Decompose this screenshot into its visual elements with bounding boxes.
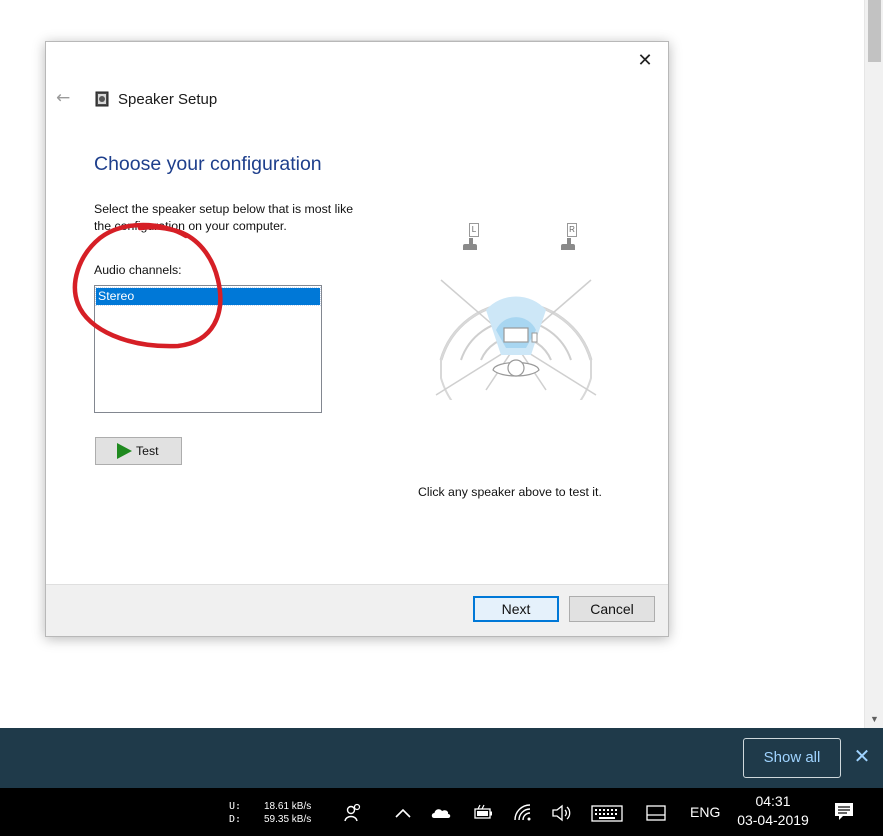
left-speaker[interactable]: L <box>460 223 486 253</box>
right-speaker[interactable]: R <box>558 223 584 253</box>
wifi-icon[interactable] <box>512 802 534 824</box>
download-speed: 59.35 kB/s <box>264 814 312 825</box>
scroll-down-icon[interactable]: ▼ <box>865 712 883 726</box>
scrollbar-thumb[interactable] <box>868 0 881 62</box>
speaker-setup-dialog: ✕ ← Speaker Setup Choose your configurat… <box>45 41 669 637</box>
onedrive-cloud-icon[interactable] <box>430 802 452 824</box>
annotation-circle <box>72 222 223 349</box>
clock-date: 03-04-2019 <box>737 812 809 828</box>
dialog-footer: Next Cancel <box>46 584 668 636</box>
right-speaker-icon <box>561 244 575 250</box>
battery-charging-icon[interactable] <box>472 802 494 824</box>
page-scrollbar[interactable]: ▼ <box>864 0 883 728</box>
test-button-label: Test <box>136 444 159 458</box>
test-button[interactable]: Test <box>95 437 182 465</box>
notification-bar: Show all ✕ <box>0 728 883 788</box>
upload-label: U: <box>229 801 242 812</box>
volume-icon[interactable] <box>550 802 572 824</box>
people-icon[interactable] <box>342 802 364 824</box>
next-button[interactable]: Next <box>473 596 559 622</box>
language-indicator[interactable]: ENG <box>690 804 720 820</box>
show-all-button[interactable]: Show all <box>743 738 841 778</box>
right-speaker-label: R <box>567 223 577 237</box>
action-center-icon[interactable] <box>834 802 854 822</box>
close-icon[interactable]: ✕ <box>634 51 656 73</box>
download-label: D: <box>229 814 242 825</box>
play-icon <box>117 443 132 459</box>
speaker-test-hint: Click any speaker above to test it. <box>418 485 602 499</box>
back-arrow-icon[interactable]: ← <box>56 88 76 108</box>
net-meter-values: 18.61 kB/s 59.35 kB/s <box>264 800 311 826</box>
tablet-mode-icon[interactable] <box>645 802 667 824</box>
net-meter-labels: U: D: <box>229 800 241 826</box>
dialog-title: Speaker Setup <box>118 91 218 108</box>
cancel-button[interactable]: Cancel <box>569 596 655 622</box>
taskbar-clock[interactable]: 04:31 03-04-2019 <box>734 792 812 830</box>
left-speaker-icon <box>463 244 477 250</box>
close-icon[interactable]: ✕ <box>851 744 873 768</box>
taskbar: U: D: 18.61 kB/s 59.35 kB/s ENG 04:31 03… <box>0 788 883 836</box>
clock-time: 04:31 <box>755 793 791 809</box>
chevron-up-icon[interactable] <box>392 802 414 824</box>
upload-speed: 18.61 kB/s <box>264 801 312 812</box>
keyboard-icon[interactable] <box>591 802 623 824</box>
speaker-setup-icon <box>95 91 109 107</box>
left-speaker-label: L <box>469 223 479 237</box>
page-heading: Choose your configuration <box>94 153 322 175</box>
